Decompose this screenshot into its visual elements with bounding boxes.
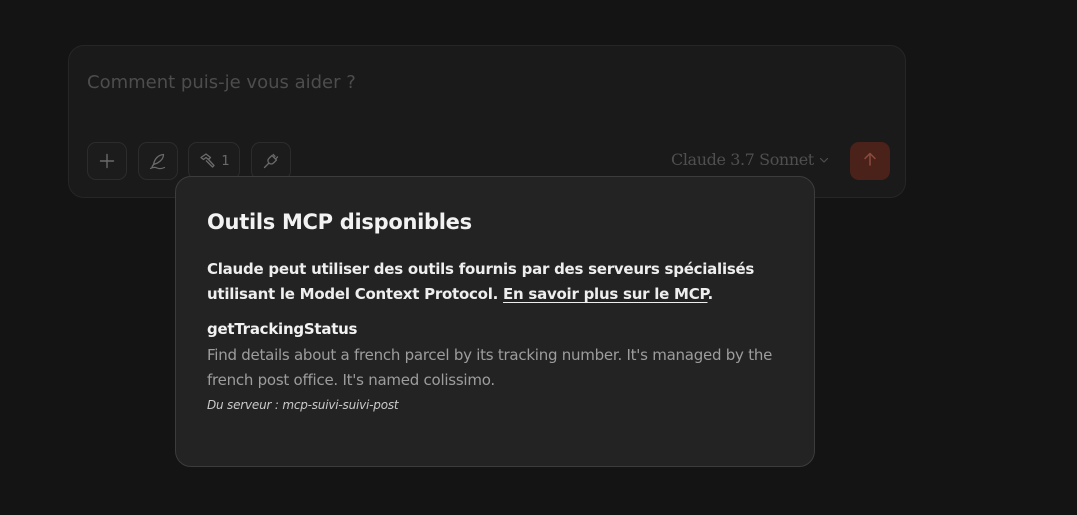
mcp-tools-popover: Outils MCP disponibles Claude peut utili… (175, 176, 815, 467)
arrow-up-icon (862, 151, 878, 171)
tool-list-item: getTrackingStatus Find details about a f… (207, 319, 784, 414)
model-selector[interactable]: Claude 3.7 Sonnet (671, 150, 829, 169)
plug-icon (262, 152, 280, 170)
tool-description: Find details about a french parcel by it… (207, 346, 773, 389)
popover-description-suffix: . (707, 285, 713, 303)
popover-title: Outils MCP disponibles (207, 210, 472, 234)
prompt-input[interactable] (87, 68, 877, 96)
style-button[interactable] (138, 142, 178, 180)
popover-description: Claude peut utiliser des outils fournis … (207, 257, 784, 307)
add-button[interactable] (87, 142, 127, 180)
tool-name: getTrackingStatus (207, 320, 358, 338)
chevron-down-icon (819, 150, 829, 169)
plus-icon (99, 153, 115, 169)
send-button[interactable] (850, 142, 890, 180)
quill-icon (148, 151, 168, 171)
hammer-icon (198, 152, 216, 170)
tools-count-badge: 1 (221, 153, 230, 169)
tools-button[interactable]: 1 (188, 142, 240, 180)
tool-server: Du serveur : mcp-suivi-suivi-post (207, 398, 399, 412)
model-name: Claude 3.7 Sonnet (671, 150, 814, 169)
learn-more-mcp-link[interactable]: En savoir plus sur le MCP (503, 285, 708, 303)
connect-button[interactable] (251, 142, 291, 180)
